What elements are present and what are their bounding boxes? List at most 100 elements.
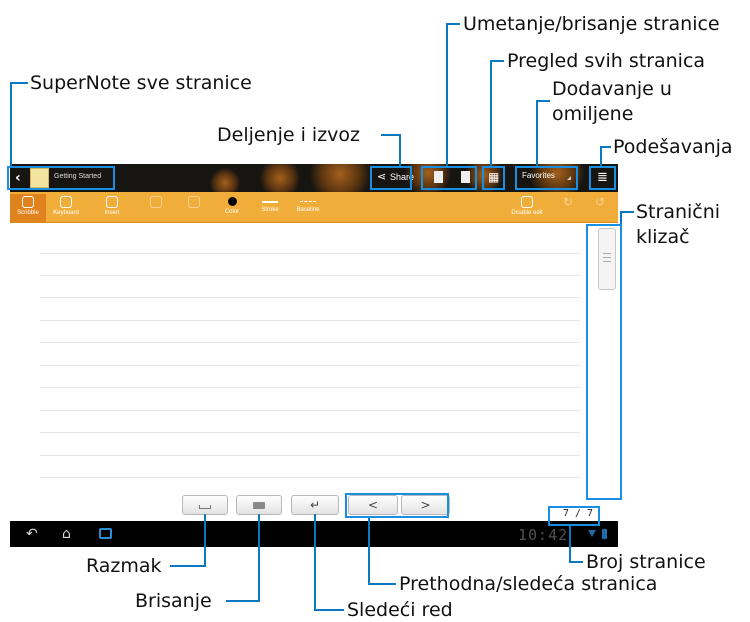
- label-slider-2: klizač: [636, 226, 690, 248]
- stroke-tool[interactable]: Stroke: [252, 194, 288, 222]
- ruled-line: [40, 477, 580, 478]
- label-page-number: Broj stranice: [586, 551, 706, 573]
- insert-label: Insert: [104, 210, 120, 216]
- backspace-icon: [253, 502, 265, 509]
- highlight-settings: [589, 166, 616, 190]
- backspace-key[interactable]: [236, 495, 282, 515]
- scribble-label: Scribble: [17, 210, 39, 216]
- undo-tool[interactable]: ↺: [582, 194, 618, 222]
- callout-line: [170, 565, 206, 567]
- nav-back-icon[interactable]: ↶: [26, 526, 38, 542]
- callout-line: [569, 561, 583, 563]
- space-key[interactable]: [182, 495, 228, 515]
- redo-tool[interactable]: ↻: [550, 194, 586, 222]
- ruled-line: [40, 253, 580, 254]
- label-favorites-2: omiljene: [552, 103, 634, 125]
- highlight-page-slider: [586, 224, 622, 500]
- highlight-supernote: [7, 166, 115, 190]
- baseline-icon: [300, 201, 316, 203]
- label-all-pages: Pregled svih stranica: [507, 50, 706, 72]
- insert-icon: [106, 196, 118, 208]
- editing-toolbar: Scribble Keyboard Insert Color Stroke Ba…: [10, 192, 618, 223]
- callout-line: [620, 211, 634, 213]
- keyboard-icon: [60, 196, 72, 208]
- callout-line: [446, 23, 460, 25]
- callout-line: [446, 23, 448, 166]
- callout-line: [226, 600, 260, 602]
- keyboard-tool[interactable]: Keyboard: [48, 194, 84, 222]
- callout-line: [490, 60, 492, 166]
- clock: 10:42: [518, 526, 569, 544]
- space-icon: [199, 505, 211, 509]
- label-share-export: Deljenje i izvoz: [217, 124, 361, 146]
- highlight-share: [370, 166, 412, 190]
- color-tool[interactable]: Color: [214, 194, 250, 222]
- callout-line: [381, 134, 401, 136]
- writing-area[interactable]: [10, 223, 618, 521]
- redo-icon: ↻: [562, 195, 574, 209]
- ruled-line: [40, 275, 580, 276]
- ruled-line: [40, 432, 580, 433]
- disable-edit-label: Disable edit: [511, 210, 543, 216]
- undo-icon: ↺: [594, 195, 606, 209]
- ruled-line: [40, 365, 580, 366]
- enter-icon: ↵: [309, 498, 321, 512]
- label-next-line: Sledeći red: [347, 599, 453, 621]
- callout-line: [536, 100, 538, 166]
- cut-tool[interactable]: [138, 194, 174, 222]
- callout-line: [258, 514, 260, 602]
- callout-line: [399, 134, 401, 166]
- disable-edit-tool[interactable]: Disable edit: [504, 194, 550, 222]
- label-favorites-1: Dodavanje u: [552, 78, 672, 100]
- callout-line: [368, 518, 370, 585]
- callout-line: [536, 100, 550, 102]
- wifi-icon: [588, 530, 596, 537]
- baseline-label: Baseline: [296, 207, 320, 213]
- highlight-prev-next: [345, 493, 449, 518]
- highlight-insert-delete: [421, 166, 477, 190]
- callout-line: [204, 514, 206, 567]
- label-supernote: SuperNote sve stranice: [30, 72, 252, 94]
- callout-line: [490, 60, 504, 62]
- callout-line: [10, 82, 12, 166]
- baseline-tool[interactable]: Baseline: [290, 194, 326, 222]
- callout-line: [314, 514, 316, 611]
- insert-tool[interactable]: Insert: [94, 194, 130, 222]
- ruled-line: [40, 297, 580, 298]
- ruled-line: [40, 342, 580, 343]
- keyboard-label: Keyboard: [53, 210, 79, 216]
- label-insert-delete-page: Umetanje/brisanje stranice: [463, 13, 720, 35]
- scribble-tool[interactable]: Scribble: [10, 194, 46, 222]
- highlight-favorites: [515, 166, 578, 190]
- battery-icon: [602, 529, 607, 539]
- color-label: Color: [224, 209, 240, 215]
- label-backspace: Brisanje: [135, 590, 212, 612]
- callout-line: [368, 583, 396, 585]
- label-settings: Podešavanja: [613, 136, 733, 158]
- ruled-line: [40, 320, 580, 321]
- ruled-line: [40, 455, 580, 456]
- pen-icon: [22, 196, 34, 208]
- callout-line: [314, 609, 344, 611]
- callout-line: [569, 526, 571, 563]
- stroke-label: Stroke: [261, 207, 279, 213]
- highlight-all-pages: [482, 166, 505, 190]
- ruled-line: [40, 410, 580, 411]
- paste-icon: [188, 196, 200, 208]
- cut-icon: [150, 196, 162, 208]
- disable-edit-icon: [521, 196, 533, 208]
- stroke-icon: [262, 201, 278, 203]
- highlight-page-number: [548, 506, 600, 526]
- label-space: Razmak: [86, 555, 162, 577]
- nav-home-icon[interactable]: ⌂: [62, 526, 71, 542]
- enter-key[interactable]: ↵: [291, 495, 339, 515]
- label-slider-1: Stranični: [636, 201, 721, 223]
- callout-line: [600, 146, 602, 166]
- nav-recent-apps-icon[interactable]: [99, 528, 112, 539]
- supernote-screen: ‹ Getting Started ⋖ Share ▦ Favorites ≣ …: [10, 164, 618, 547]
- color-dot-icon: [227, 197, 237, 206]
- ruled-line: [40, 387, 580, 388]
- label-prev-next-page: Prethodna/sledeća stranica: [399, 573, 658, 595]
- callout-line: [10, 82, 28, 84]
- paste-tool[interactable]: [176, 194, 212, 222]
